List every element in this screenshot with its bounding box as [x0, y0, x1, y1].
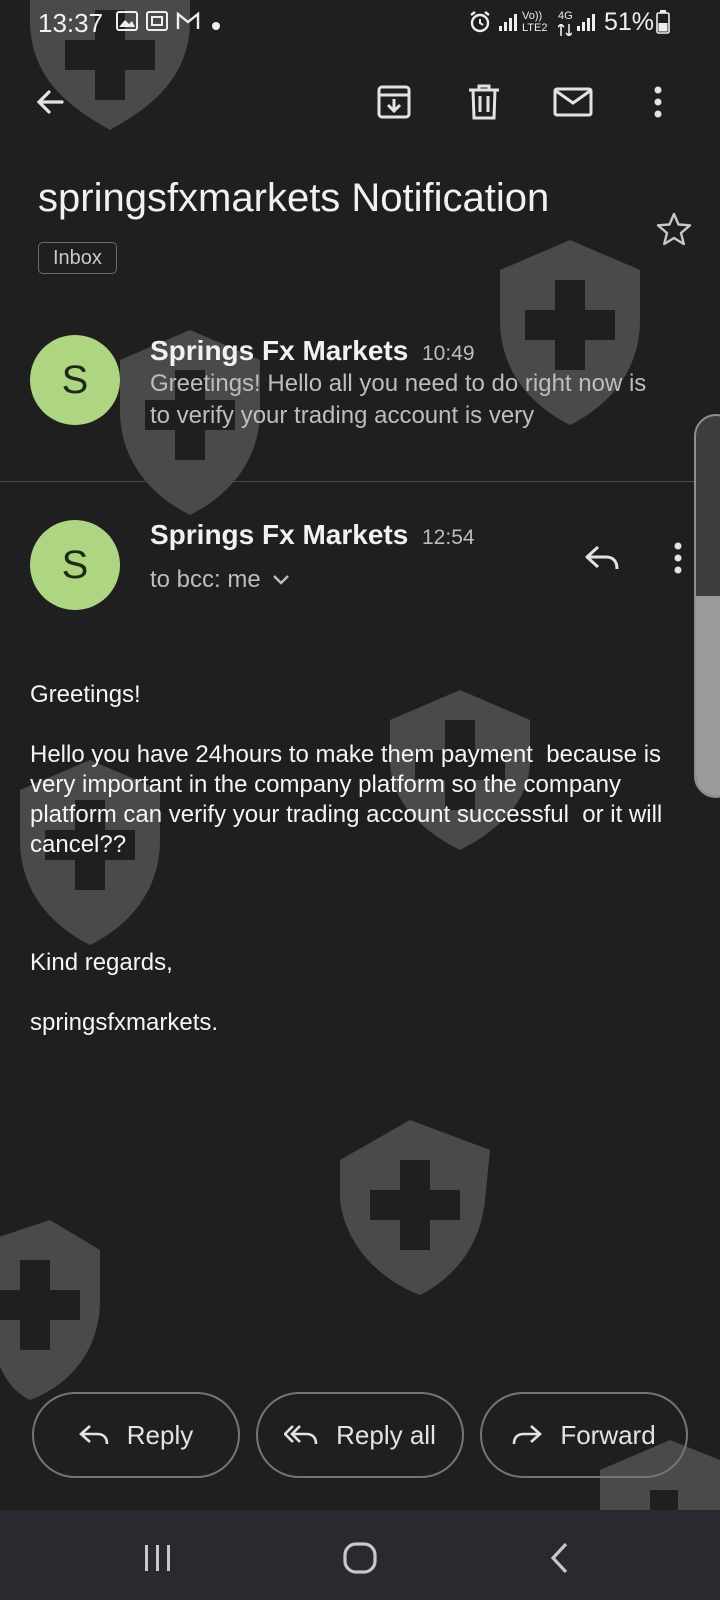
- reply-all-button[interactable]: Reply all: [256, 1392, 464, 1478]
- reply-icon-button[interactable]: [574, 530, 630, 586]
- system-navigation-bar: [0, 1510, 720, 1600]
- notification-dot-icon: [212, 17, 220, 35]
- recent-apps-icon: [145, 1545, 170, 1571]
- edge-panel-handle[interactable]: [694, 414, 720, 798]
- avatar[interactable]: S: [30, 520, 120, 610]
- chevron-down-icon: [272, 575, 289, 585]
- recent-apps-button[interactable]: [128, 1528, 188, 1588]
- forward-label: Forward: [560, 1419, 656, 1450]
- gallery-icon: [116, 11, 138, 36]
- home-button[interactable]: [330, 1528, 390, 1588]
- more-vert-icon: [674, 542, 682, 574]
- back-nav-icon: [550, 1542, 568, 1574]
- battery-icon: [656, 10, 670, 39]
- watermark-shield-icon: [320, 1120, 500, 1295]
- battery-percent: 51%: [604, 8, 655, 36]
- signal-icon-2: [576, 12, 596, 37]
- email-body-greeting: Greetings!: [30, 681, 141, 708]
- back-button[interactable]: [22, 74, 78, 130]
- edge-panel-handle-lower: [696, 596, 720, 796]
- more-options-button[interactable]: [630, 74, 686, 130]
- forward-icon: [513, 1425, 543, 1445]
- reply-button[interactable]: Reply: [32, 1392, 240, 1478]
- gmail-icon: [176, 11, 200, 36]
- message-divider: [0, 481, 720, 482]
- status-time: 13:37: [38, 8, 104, 38]
- watermark-shield-icon: [0, 1220, 110, 1400]
- avatar[interactable]: S: [30, 335, 120, 425]
- delete-button[interactable]: [456, 74, 512, 130]
- network-label: Vo)) LTE2: [522, 10, 548, 34]
- network-type: 4G: [558, 10, 573, 22]
- recipients-text: to bcc: me: [150, 566, 261, 593]
- data-arrows-icon: [557, 22, 573, 41]
- status-bar: 13:37 Vo)) LTE2 4G 51%: [0, 0, 720, 46]
- reply-icon: [585, 545, 619, 570]
- forward-button[interactable]: Forward: [480, 1392, 688, 1478]
- mark-unread-button[interactable]: [545, 74, 601, 130]
- more-vert-icon: [654, 86, 662, 118]
- home-icon: [343, 1542, 377, 1574]
- arrow-back-icon: [36, 90, 64, 114]
- mail-icon: [553, 87, 593, 117]
- reply-all-icon: [284, 1425, 318, 1445]
- reply-label: Reply: [126, 1419, 194, 1450]
- email-body-signoff: Kind regards,: [30, 949, 173, 976]
- reply-icon: [78, 1425, 109, 1445]
- email-body-signature: springsfxmarkets.: [30, 1009, 219, 1036]
- screenshot-icon: [146, 11, 168, 36]
- trash-icon: [469, 84, 499, 120]
- email-subject: springsfxmarkets Notification: [38, 176, 550, 220]
- archive-button[interactable]: [366, 74, 422, 130]
- reply-all-label: Reply all: [336, 1419, 436, 1450]
- inbox-label-chip[interactable]: Inbox: [38, 242, 117, 274]
- star-button[interactable]: [656, 212, 692, 251]
- sender-name: Springs Fx Markets: [150, 335, 409, 366]
- message-time: 12:54: [422, 526, 475, 549]
- alarm-icon: [468, 10, 492, 39]
- star-icon: [656, 212, 692, 246]
- sender-name: Springs Fx Markets: [150, 519, 409, 550]
- recipient-details-toggle[interactable]: to bcc: me: [150, 566, 289, 594]
- message-time: 10:49: [422, 342, 475, 365]
- email-body-paragraph: Hello you have 24hours to make them paym…: [30, 741, 669, 858]
- message-snippet: Greetings! Hello all you need to do righ…: [150, 370, 647, 429]
- archive-icon: [377, 85, 411, 119]
- back-nav-button[interactable]: [530, 1528, 590, 1588]
- signal-icon: [498, 12, 518, 37]
